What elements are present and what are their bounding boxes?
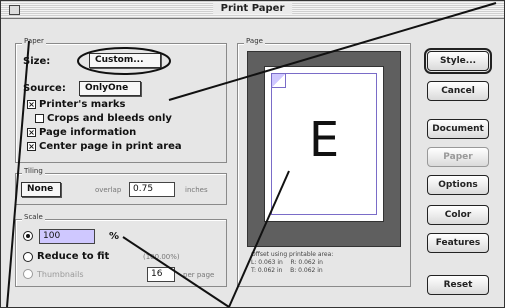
options-button[interactable]: Options bbox=[427, 175, 489, 195]
source-label: Source: bbox=[23, 83, 66, 94]
paper-button[interactable]: Paper bbox=[427, 147, 489, 167]
overlap-input[interactable]: 0.75 bbox=[129, 182, 175, 197]
style-button[interactable]: Style... bbox=[424, 48, 492, 74]
overlap-label: overlap bbox=[95, 186, 122, 194]
source-popup[interactable]: OnlyOne bbox=[79, 81, 141, 96]
checkmark-icon: × bbox=[27, 100, 36, 109]
printers-marks-checkbox[interactable]: × Printer's marks bbox=[27, 99, 126, 110]
scale-percent-radio[interactable] bbox=[23, 231, 37, 241]
checkmark-icon: × bbox=[27, 128, 36, 137]
radio-unselected-icon bbox=[23, 269, 33, 279]
margins-title: Offset using printable area: bbox=[251, 251, 334, 258]
scale-percent-input[interactable]: 100 bbox=[39, 229, 95, 244]
page-corner-icon bbox=[272, 74, 286, 88]
page-information-label: Page information bbox=[39, 127, 137, 138]
paper-sheet: E bbox=[264, 66, 384, 222]
printable-area: E bbox=[271, 73, 377, 215]
paper-group-legend: Paper bbox=[22, 37, 46, 45]
tiling-popup[interactable]: None bbox=[21, 182, 61, 197]
reduce-to-fit-radio[interactable]: Reduce to fit bbox=[23, 251, 109, 262]
crops-bleeds-label: Crops and bleeds only bbox=[47, 113, 172, 124]
size-label: Size: bbox=[23, 56, 51, 67]
thumbnails-radio[interactable]: Thumbnails bbox=[23, 269, 83, 279]
page-preview[interactable]: E bbox=[247, 51, 401, 247]
margin-bottom: B: 0.062 in bbox=[290, 267, 323, 274]
margin-left: L: 0.063 in bbox=[251, 259, 283, 266]
print-paper-dialog: Print Paper Paper Size: Custom... Source… bbox=[0, 0, 505, 308]
scale-group-legend: Scale bbox=[22, 213, 45, 221]
color-button[interactable]: Color bbox=[427, 205, 489, 225]
document-button[interactable]: Document bbox=[427, 119, 489, 139]
percent-symbol: % bbox=[109, 231, 120, 242]
page-preview-legend: Page bbox=[244, 37, 265, 45]
preview-letter: E bbox=[308, 112, 340, 168]
close-box-icon[interactable] bbox=[9, 5, 20, 15]
window-title: Print Paper bbox=[212, 3, 293, 14]
size-popup[interactable]: Custom... bbox=[89, 53, 161, 68]
crops-bleeds-checkbox[interactable]: Crops and bleeds only bbox=[35, 113, 172, 124]
margin-top: T: 0.062 in bbox=[251, 267, 283, 274]
margin-right: R: 0.062 in bbox=[290, 259, 323, 266]
tiling-group-legend: Tiling bbox=[22, 167, 45, 175]
reset-button[interactable]: Reset bbox=[427, 275, 489, 295]
features-button[interactable]: Features bbox=[427, 233, 489, 253]
per-page-label: per page bbox=[183, 271, 215, 279]
title-bar[interactable]: Print Paper bbox=[1, 1, 504, 19]
radio-selected-icon bbox=[23, 231, 33, 241]
checkmark-icon: × bbox=[27, 142, 36, 151]
reduce-percent-readout: (100.00%) bbox=[143, 253, 180, 261]
margin-readout: Offset using printable area: L: 0.063 in… bbox=[251, 251, 333, 275]
overlap-units: inches bbox=[185, 186, 208, 194]
thumbnails-label: Thumbnails bbox=[37, 269, 84, 279]
reduce-to-fit-label: Reduce to fit bbox=[37, 251, 110, 262]
cancel-button[interactable]: Cancel bbox=[427, 81, 489, 101]
center-page-checkbox[interactable]: × Center page in print area bbox=[27, 141, 182, 152]
printers-marks-label: Printer's marks bbox=[39, 99, 126, 110]
radio-unselected-icon bbox=[23, 251, 33, 262]
thumbnails-input[interactable]: 16 bbox=[147, 267, 175, 282]
page-information-checkbox[interactable]: × Page information bbox=[27, 127, 136, 138]
empty-checkbox-icon bbox=[35, 114, 44, 123]
center-page-label: Center page in print area bbox=[39, 141, 182, 152]
